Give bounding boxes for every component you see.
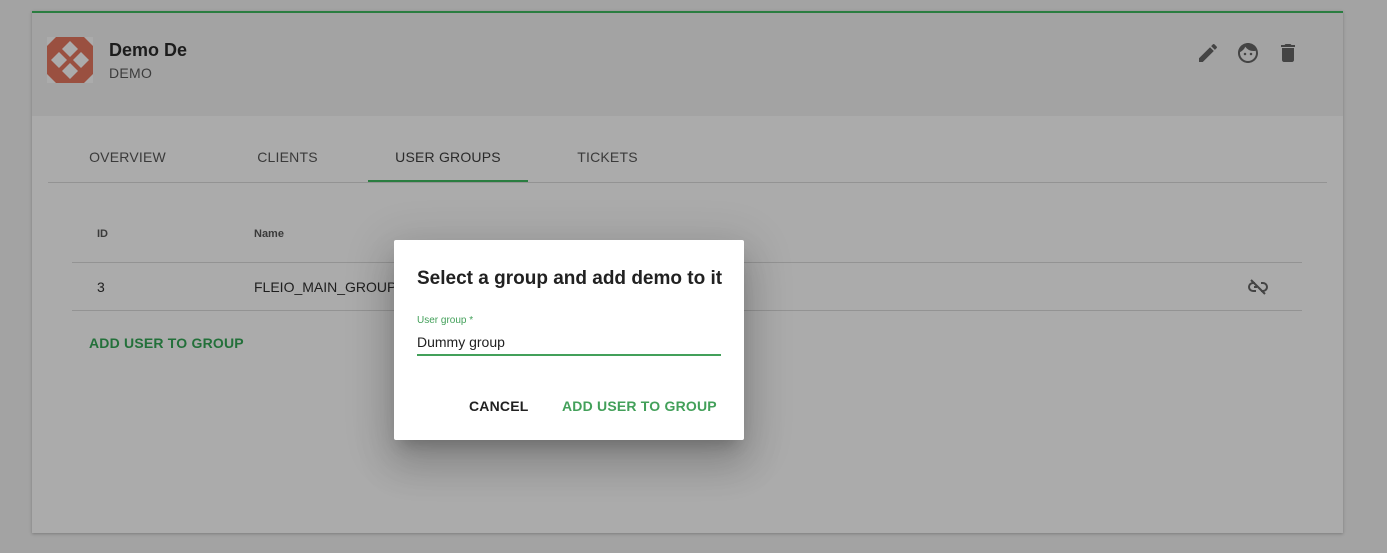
tab-user-groups[interactable]: USER GROUPS <box>368 133 528 182</box>
avatar-pattern-icon <box>47 37 93 83</box>
tab-overview[interactable]: OVERVIEW <box>60 133 195 182</box>
user-group-input[interactable] <box>417 330 721 356</box>
add-to-group-dialog: Select a group and add demo to it User g… <box>394 240 744 440</box>
add-user-to-group-link[interactable]: ADD USER TO GROUP <box>89 335 244 351</box>
edit-icon[interactable] <box>1196 41 1220 65</box>
row-id: 3 <box>97 279 105 295</box>
tab-tickets[interactable]: TICKETS <box>540 133 675 182</box>
face-icon[interactable] <box>1236 41 1260 65</box>
client-name: Demo De <box>109 40 188 60</box>
tab-clients[interactable]: CLIENTS <box>220 133 355 182</box>
client-avatar <box>47 37 93 83</box>
unlink-icon[interactable] <box>1246 275 1270 299</box>
cancel-button[interactable]: CANCEL <box>469 398 529 414</box>
row-name: FLEIO_MAIN_GROUP <box>254 279 397 295</box>
column-header-name: Name <box>254 228 284 240</box>
client-header: Demo De DEMO <box>32 13 1343 116</box>
client-code: DEMO <box>109 65 153 81</box>
add-user-to-group-button[interactable]: ADD USER TO GROUP <box>562 398 717 414</box>
header-actions <box>1196 41 1300 65</box>
tab-bar: OVERVIEW CLIENTS USER GROUPS TICKETS <box>48 133 1327 183</box>
column-header-id: ID <box>97 228 108 240</box>
user-group-label: User group * <box>417 315 474 326</box>
delete-icon[interactable] <box>1276 41 1300 65</box>
dialog-title: Select a group and add demo to it <box>417 268 723 289</box>
